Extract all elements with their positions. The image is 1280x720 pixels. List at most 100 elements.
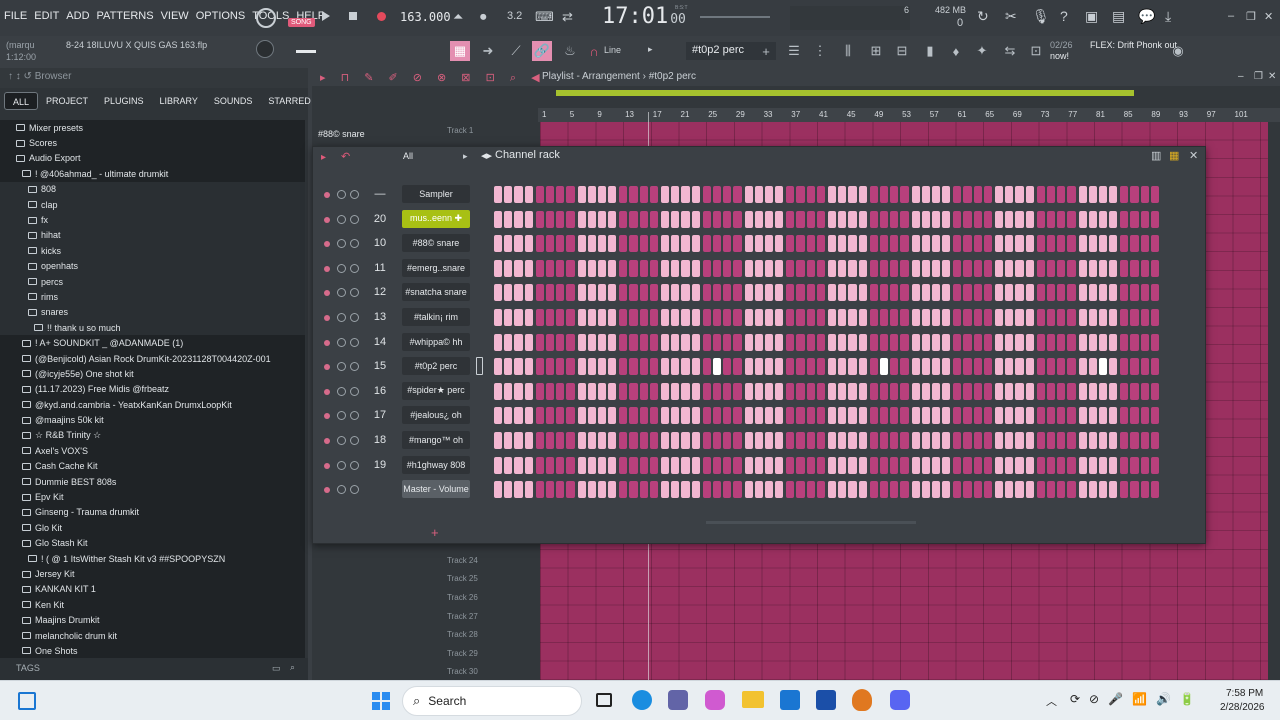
step-button[interactable] xyxy=(838,259,847,277)
step-button[interactable] xyxy=(608,210,617,228)
step-button[interactable] xyxy=(828,358,837,376)
step-button[interactable] xyxy=(556,358,565,376)
step-button[interactable] xyxy=(848,358,857,376)
step-button[interactable] xyxy=(494,186,503,203)
step-button[interactable] xyxy=(744,284,753,302)
step-button[interactable] xyxy=(858,456,867,474)
step-button[interactable] xyxy=(963,235,972,253)
step-button[interactable] xyxy=(995,309,1004,326)
step-button[interactable] xyxy=(733,235,742,253)
step-button[interactable] xyxy=(1078,309,1087,326)
globe-icon[interactable]: ◉ xyxy=(1168,41,1188,61)
step-button[interactable] xyxy=(1036,358,1045,376)
channel-mixer-track[interactable]: 12 xyxy=(369,286,391,298)
step-button[interactable] xyxy=(942,358,951,376)
step-button[interactable] xyxy=(879,358,889,376)
step-button[interactable] xyxy=(556,309,565,326)
step-button[interactable] xyxy=(995,284,1004,302)
plugin-icon[interactable]: ▤ xyxy=(1112,8,1125,25)
step-button[interactable] xyxy=(671,432,680,449)
step-button[interactable] xyxy=(494,358,503,376)
step-button[interactable] xyxy=(545,284,555,302)
step-button[interactable] xyxy=(702,456,711,474)
step-button[interactable] xyxy=(879,382,889,400)
step-button[interactable] xyxy=(723,333,732,351)
step-button[interactable] xyxy=(838,481,847,499)
step-button[interactable] xyxy=(1120,432,1129,449)
step-button[interactable] xyxy=(963,333,972,351)
step-button[interactable] xyxy=(1088,186,1097,203)
step-button[interactable] xyxy=(545,235,555,253)
channel-name-button[interactable]: mus..eenn ✚ xyxy=(402,209,470,228)
step-button[interactable] xyxy=(983,407,992,425)
rack-steps-icon[interactable]: ▦ xyxy=(1169,149,1179,162)
step-button[interactable] xyxy=(608,259,617,277)
step-button[interactable] xyxy=(661,210,670,228)
step-button[interactable] xyxy=(629,284,638,302)
step-button[interactable] xyxy=(921,382,930,400)
step-button[interactable] xyxy=(712,309,722,326)
step-button[interactable] xyxy=(723,456,732,474)
browser-item[interactable]: KANKAN KIT 1 xyxy=(0,582,305,597)
browser-icon[interactable]: ⊟ xyxy=(892,41,912,61)
step-button[interactable] xyxy=(629,259,638,277)
step-button[interactable] xyxy=(786,259,795,277)
channel-pan-knob[interactable] xyxy=(337,239,346,249)
step-button[interactable] xyxy=(1046,333,1056,351)
step-button[interactable] xyxy=(661,259,670,277)
step-button[interactable] xyxy=(566,309,575,326)
step-button[interactable] xyxy=(504,333,513,351)
step-button[interactable] xyxy=(535,481,544,499)
step-button[interactable] xyxy=(1005,210,1014,228)
step-button[interactable] xyxy=(1150,407,1159,425)
step-button[interactable] xyxy=(744,333,753,351)
step-button[interactable] xyxy=(1046,382,1056,400)
channel-rack-icon[interactable]: ⋮ xyxy=(810,41,830,61)
step-button[interactable] xyxy=(1036,210,1045,228)
step-button[interactable] xyxy=(1120,210,1129,228)
channel-volume-knob[interactable] xyxy=(350,190,359,199)
step-button[interactable] xyxy=(1057,382,1066,400)
step-button[interactable] xyxy=(1036,333,1045,351)
timeline-overview[interactable] xyxy=(556,90,1134,96)
step-button[interactable] xyxy=(577,407,586,425)
step-button[interactable] xyxy=(963,210,972,228)
step-button[interactable] xyxy=(712,235,722,253)
step-button[interactable] xyxy=(963,407,972,425)
step-button[interactable] xyxy=(1130,210,1139,228)
menu-file[interactable]: FILE xyxy=(4,10,27,22)
step-button[interactable] xyxy=(587,456,596,474)
step-button[interactable] xyxy=(816,333,825,351)
step-button[interactable] xyxy=(995,456,1004,474)
step-button[interactable] xyxy=(1150,358,1159,376)
channel-volume-knob[interactable] xyxy=(350,313,359,322)
step-button[interactable] xyxy=(744,309,753,326)
browser-item[interactable]: Axel's VOX'S xyxy=(0,443,305,458)
channel-mixer-track[interactable]: 11 xyxy=(369,262,391,274)
step-button[interactable] xyxy=(577,333,586,351)
step-button[interactable] xyxy=(764,235,774,253)
step-button[interactable] xyxy=(1005,407,1014,425)
step-button[interactable] xyxy=(733,210,742,228)
step-button[interactable] xyxy=(535,407,544,425)
step-button[interactable] xyxy=(524,235,533,253)
step-button[interactable] xyxy=(494,309,503,326)
step-button[interactable] xyxy=(931,259,941,277)
step-button[interactable] xyxy=(858,358,867,376)
step-button[interactable] xyxy=(744,210,753,228)
step-button[interactable] xyxy=(524,186,533,203)
step-button[interactable] xyxy=(848,259,857,277)
step-button[interactable] xyxy=(597,432,607,449)
channel-mixer-track[interactable]: 19 xyxy=(369,459,391,471)
task-view-icon[interactable] xyxy=(596,693,612,707)
step-button[interactable] xyxy=(921,259,930,277)
step-button[interactable] xyxy=(671,456,680,474)
step-button[interactable] xyxy=(1140,333,1149,351)
step-button[interactable] xyxy=(649,432,658,449)
step-button[interactable] xyxy=(869,407,878,425)
step-button[interactable] xyxy=(723,284,732,302)
step-button[interactable] xyxy=(816,407,825,425)
step-button[interactable] xyxy=(973,456,982,474)
step-button[interactable] xyxy=(848,186,857,203)
step-button[interactable] xyxy=(649,358,658,376)
